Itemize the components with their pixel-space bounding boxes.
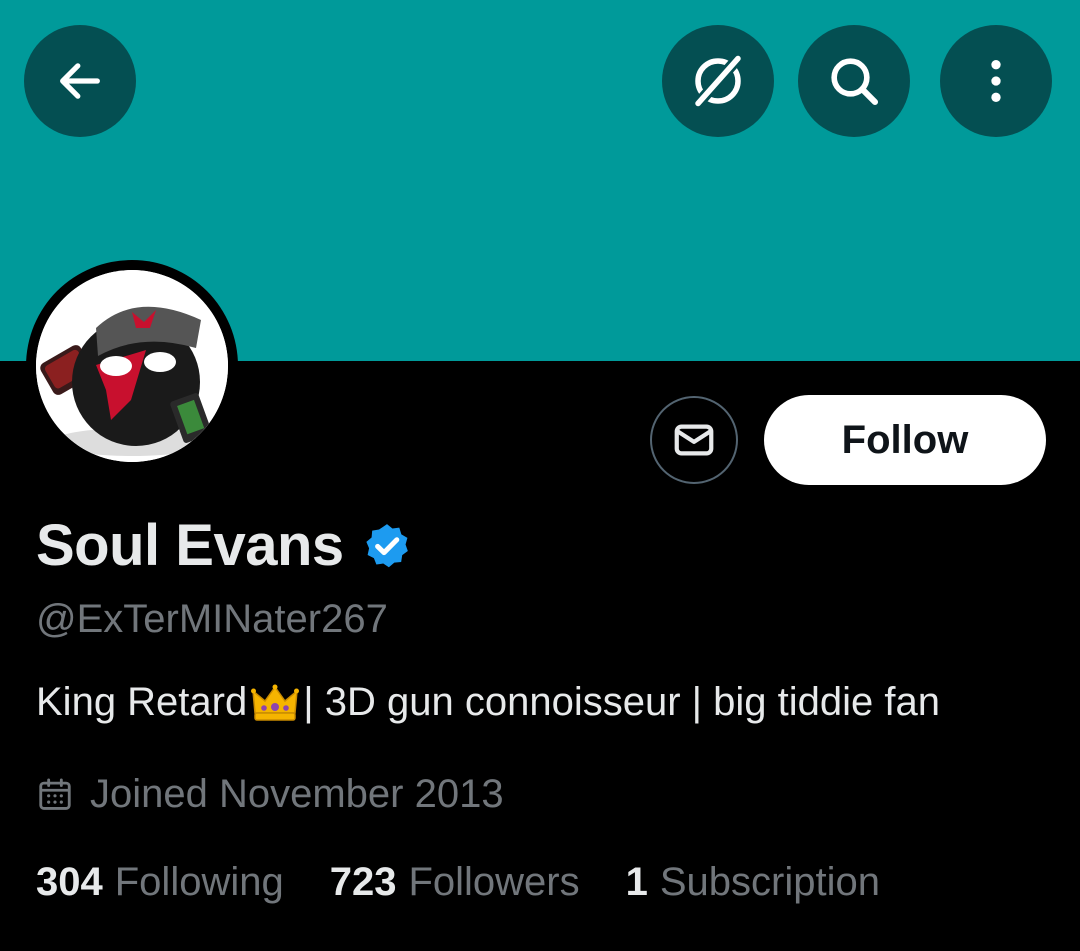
back-button[interactable] bbox=[24, 25, 136, 137]
grok-icon bbox=[693, 54, 743, 108]
back-arrow-icon bbox=[60, 63, 100, 99]
search-button[interactable] bbox=[798, 25, 910, 137]
subscriptions-count: 1 bbox=[625, 860, 648, 904]
profile-stats: 304 Following 723 Followers 1 Subscripti… bbox=[36, 860, 926, 905]
bio-text-end: | 3D gun connoisseur | big tiddie fan bbox=[303, 680, 940, 724]
following-count: 304 bbox=[36, 860, 103, 904]
bio-text-start: King Retard bbox=[36, 680, 248, 724]
search-icon bbox=[831, 58, 879, 106]
username-handle: @ExTerMINater267 bbox=[36, 597, 388, 641]
more-button[interactable] bbox=[940, 25, 1052, 137]
envelope-icon bbox=[674, 424, 714, 456]
following-label: Following bbox=[114, 860, 284, 904]
following-link[interactable]: 304 Following bbox=[36, 860, 284, 905]
avatar-image bbox=[36, 270, 228, 462]
crown-icon bbox=[251, 684, 300, 721]
verified-badge-icon[interactable] bbox=[362, 521, 412, 571]
more-vertical-icon bbox=[991, 60, 1001, 102]
calendar-icon bbox=[39, 778, 71, 810]
followers-link[interactable]: 723 Followers bbox=[330, 860, 580, 905]
subscriptions-link[interactable]: 1 Subscription bbox=[626, 860, 880, 905]
bio: King Retard | 3D gun connoisseur | big t… bbox=[36, 680, 940, 725]
followers-count: 723 bbox=[329, 860, 397, 904]
grok-button[interactable] bbox=[662, 25, 774, 137]
display-name: Soul Evans bbox=[36, 513, 344, 578]
avatar[interactable] bbox=[26, 260, 238, 472]
joined-date: Joined November 2013 bbox=[90, 772, 504, 816]
joined-row: Joined November 2013 bbox=[36, 772, 504, 817]
subscriptions-label: Subscription bbox=[659, 860, 880, 904]
follow-button[interactable]: Follow bbox=[764, 395, 1046, 485]
followers-label: Followers bbox=[408, 860, 580, 904]
message-button[interactable] bbox=[650, 396, 738, 484]
name-row: Soul Evans bbox=[36, 512, 412, 579]
